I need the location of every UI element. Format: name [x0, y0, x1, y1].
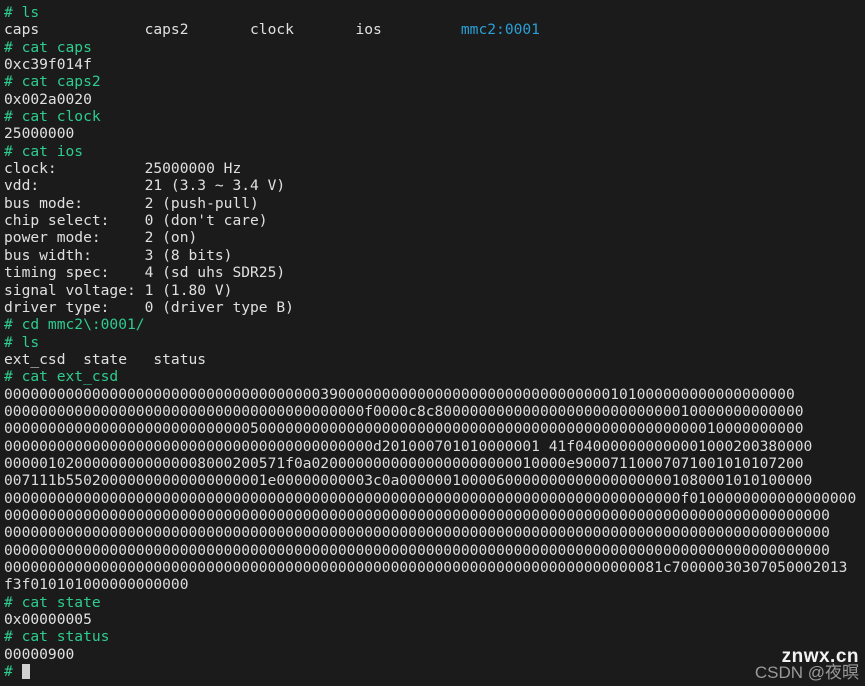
- ls-entry-directory: mmc2:0001: [460, 21, 540, 39]
- command-cat-caps: # cat caps: [4, 38, 92, 56]
- command-cat-clock: # cat clock: [4, 108, 101, 126]
- ext-csd-hex-line: 0000000000000000000000000000000000000000…: [4, 524, 830, 542]
- ios-row-bus-width: bus width: 3 (8 bits): [4, 246, 233, 264]
- command-ls-2: # ls: [4, 333, 40, 351]
- output-clock: 25000000: [4, 125, 75, 143]
- command-cat-caps2: # cat caps2: [4, 73, 101, 91]
- ext-csd-hex-line: 0000000000000000000000000000000000003900…: [4, 385, 795, 403]
- ios-row-timing-spec: timing spec: 4 (sd uhs SDR25): [4, 264, 286, 282]
- ios-row-driver-type: driver type: 0 (driver type B): [4, 298, 294, 316]
- terminal-window[interactable]: # ls caps caps2 clock ios mmc2:0001 # ca…: [0, 0, 865, 686]
- ls-output-row-1: caps caps2 clock ios mmc2:0001: [4, 21, 865, 38]
- ls-entries-plain: caps caps2 clock ios: [4, 21, 461, 39]
- command-cat-status: # cat status: [4, 628, 110, 646]
- output-caps: 0xc39f014f: [4, 56, 92, 74]
- ios-row-bus-mode: bus mode: 2 (push-pull): [4, 194, 259, 212]
- ext-csd-hex-line: 0000000000000000000000000000000000000000…: [4, 489, 857, 507]
- ext-csd-hex-line: f3f010101000000000000: [4, 576, 189, 594]
- command-cat-ext-csd: # cat ext_csd: [4, 368, 119, 386]
- prompt-symbol: #: [4, 663, 22, 681]
- ext-csd-hex-line: 0000000000000000000000000000000000000000…: [4, 437, 813, 455]
- command-ls-1: # ls: [4, 4, 40, 21]
- ext-csd-hex-line: 0000000000000000000000000000000000000000…: [4, 402, 804, 420]
- ls-output-row-2: ext_csd state status: [4, 350, 207, 368]
- output-status: 00000900: [4, 645, 75, 663]
- ios-row-power-mode: power mode: 2 (on): [4, 229, 198, 247]
- text-cursor: [21, 664, 30, 680]
- ios-row-vdd: vdd: 21 (3.3 ~ 3.4 V): [4, 177, 286, 195]
- ext-csd-hex-line: 0000000000000000000000000000500000000000…: [4, 420, 804, 438]
- ext-csd-hex-line: 007111b55020000000000000000001e000000000…: [4, 472, 813, 490]
- ext-csd-hex-line: 0000000000000000000000000000000000000000…: [4, 506, 830, 524]
- output-state: 0x00000005: [4, 611, 92, 629]
- command-cd-mmc2: # cd mmc2\:0001/: [4, 316, 145, 334]
- ios-row-signal-voltage: signal voltage: 1 (1.80 V): [4, 281, 233, 299]
- ext-csd-hex-line: 0000000000000000000000000000000000000000…: [4, 559, 848, 576]
- ext-csd-hex-line: 00000102000000000000008000200571f0a02000…: [4, 454, 804, 472]
- command-cat-state: # cat state: [4, 593, 101, 611]
- active-prompt-line: #: [4, 663, 865, 680]
- command-cat-ios: # cat ios: [4, 142, 84, 160]
- ext-csd-hex-line: 0000000000000000000000000000000000000000…: [4, 541, 830, 559]
- output-caps2: 0x002a0020: [4, 90, 92, 108]
- ios-row-chip-select: chip select: 0 (don't care): [4, 212, 268, 230]
- ios-row-clock: clock: 25000000 Hz: [4, 160, 242, 178]
